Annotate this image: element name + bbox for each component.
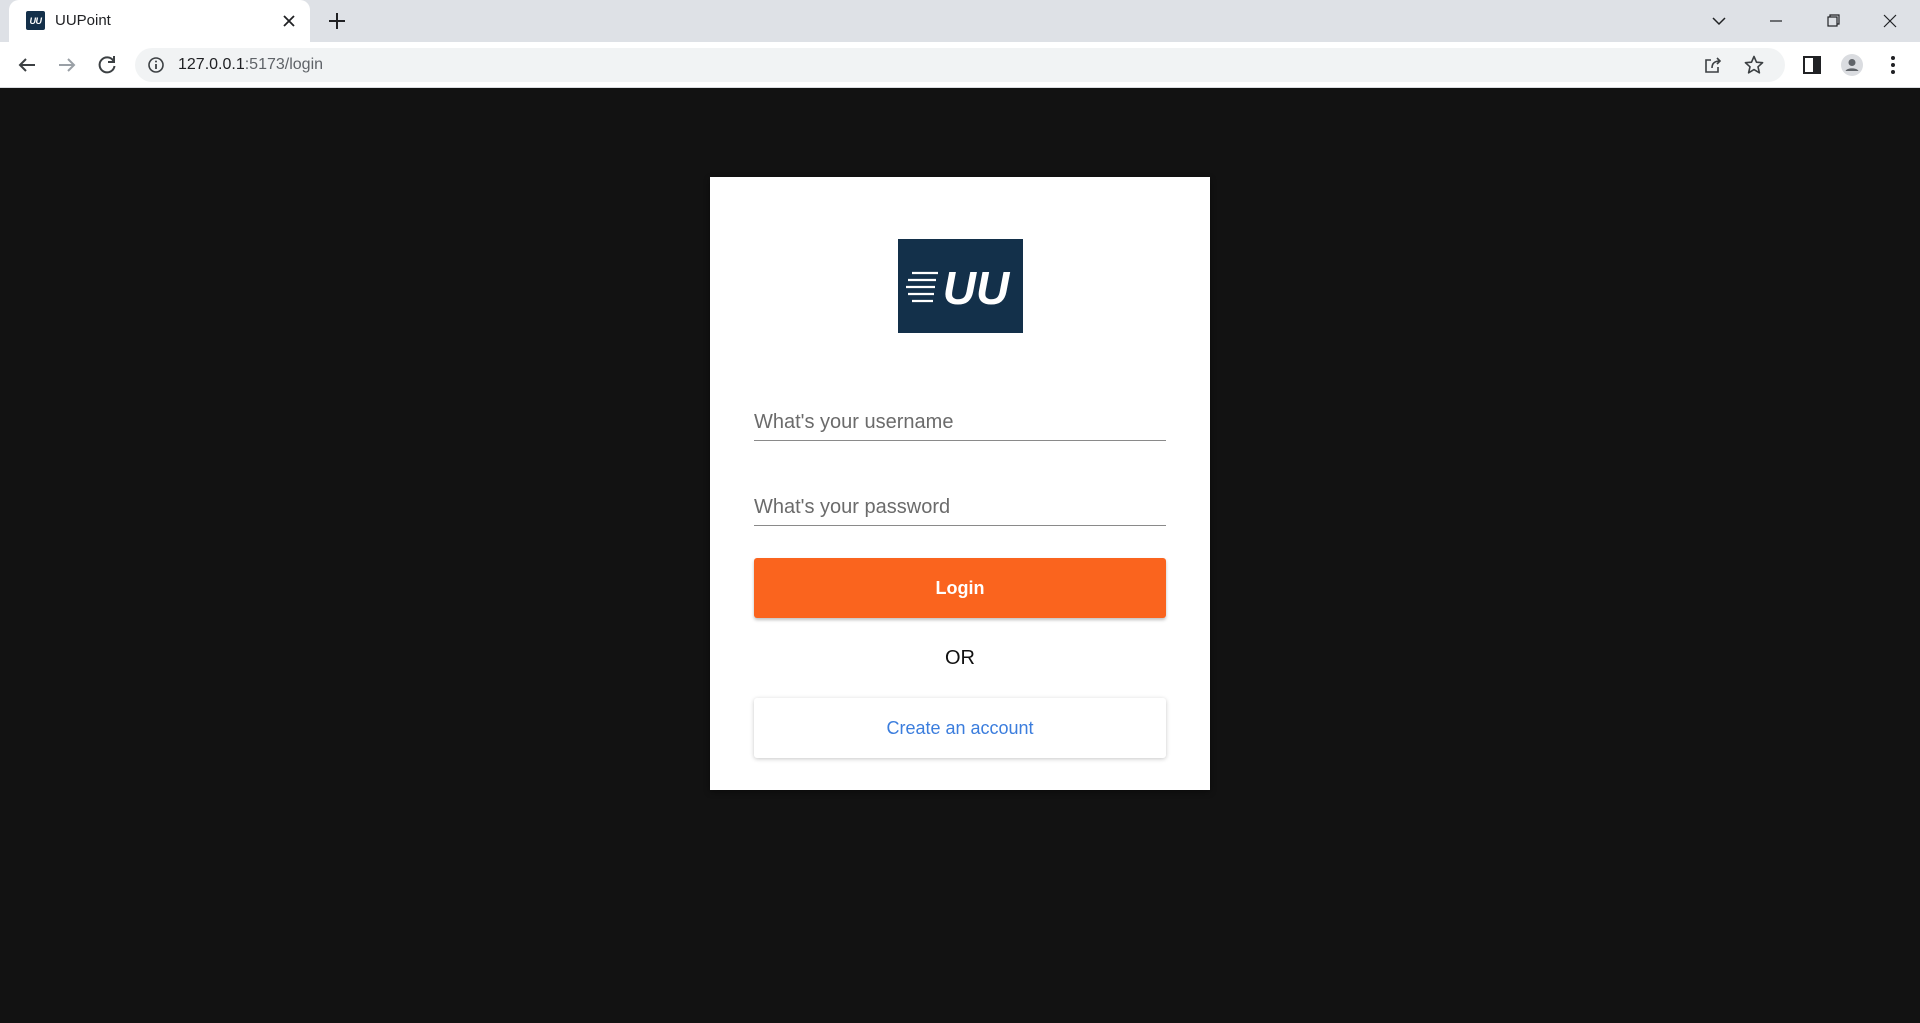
logo: UU [898, 239, 1023, 333]
window-close-icon[interactable] [1877, 8, 1903, 34]
page-background: UU Login OR Create an account [0, 89, 1920, 1023]
kebab-menu-icon[interactable] [1881, 53, 1905, 77]
tab-title: UUPoint [55, 12, 111, 29]
username-field[interactable] [754, 395, 1166, 441]
star-icon[interactable] [1743, 54, 1765, 76]
reload-icon[interactable] [95, 53, 119, 77]
chevron-down-icon[interactable] [1706, 8, 1732, 34]
url-host: 127.0.0.1 [178, 56, 245, 73]
username-input[interactable] [754, 395, 1166, 440]
plus-icon[interactable] [326, 10, 348, 32]
side-panel-icon[interactable] [1800, 53, 1824, 77]
favicon-icon: UU [26, 11, 45, 30]
login-button[interactable]: Login [754, 558, 1166, 618]
close-icon[interactable] [280, 12, 298, 30]
info-icon[interactable] [147, 56, 165, 74]
uu-logo-icon: UU [906, 262, 1011, 314]
profile-icon[interactable] [1840, 53, 1864, 77]
url-text[interactable]: 127.0.0.1:5173/login [178, 56, 323, 74]
login-card: UU Login OR Create an account [710, 177, 1210, 790]
url-path: :5173/login [244, 56, 324, 73]
restore-icon[interactable] [1820, 8, 1846, 34]
logo-text: UU [943, 262, 1011, 314]
forward-arrow-icon[interactable] [55, 53, 79, 77]
address-bar[interactable]: 127.0.0.1:5173/login [135, 48, 1785, 82]
share-icon[interactable] [1702, 54, 1724, 76]
or-divider: OR [945, 647, 975, 669]
create-account-button[interactable]: Create an account [754, 698, 1166, 758]
password-field[interactable] [754, 480, 1166, 526]
minimize-icon[interactable] [1763, 8, 1789, 34]
browser-toolbar: 127.0.0.1:5173/login [0, 42, 1920, 88]
browser-tab[interactable]: UU UUPoint [9, 0, 310, 42]
browser-tab-strip: UU UUPoint [0, 0, 1920, 42]
password-input[interactable] [754, 480, 1166, 525]
back-arrow-icon[interactable] [15, 53, 39, 77]
